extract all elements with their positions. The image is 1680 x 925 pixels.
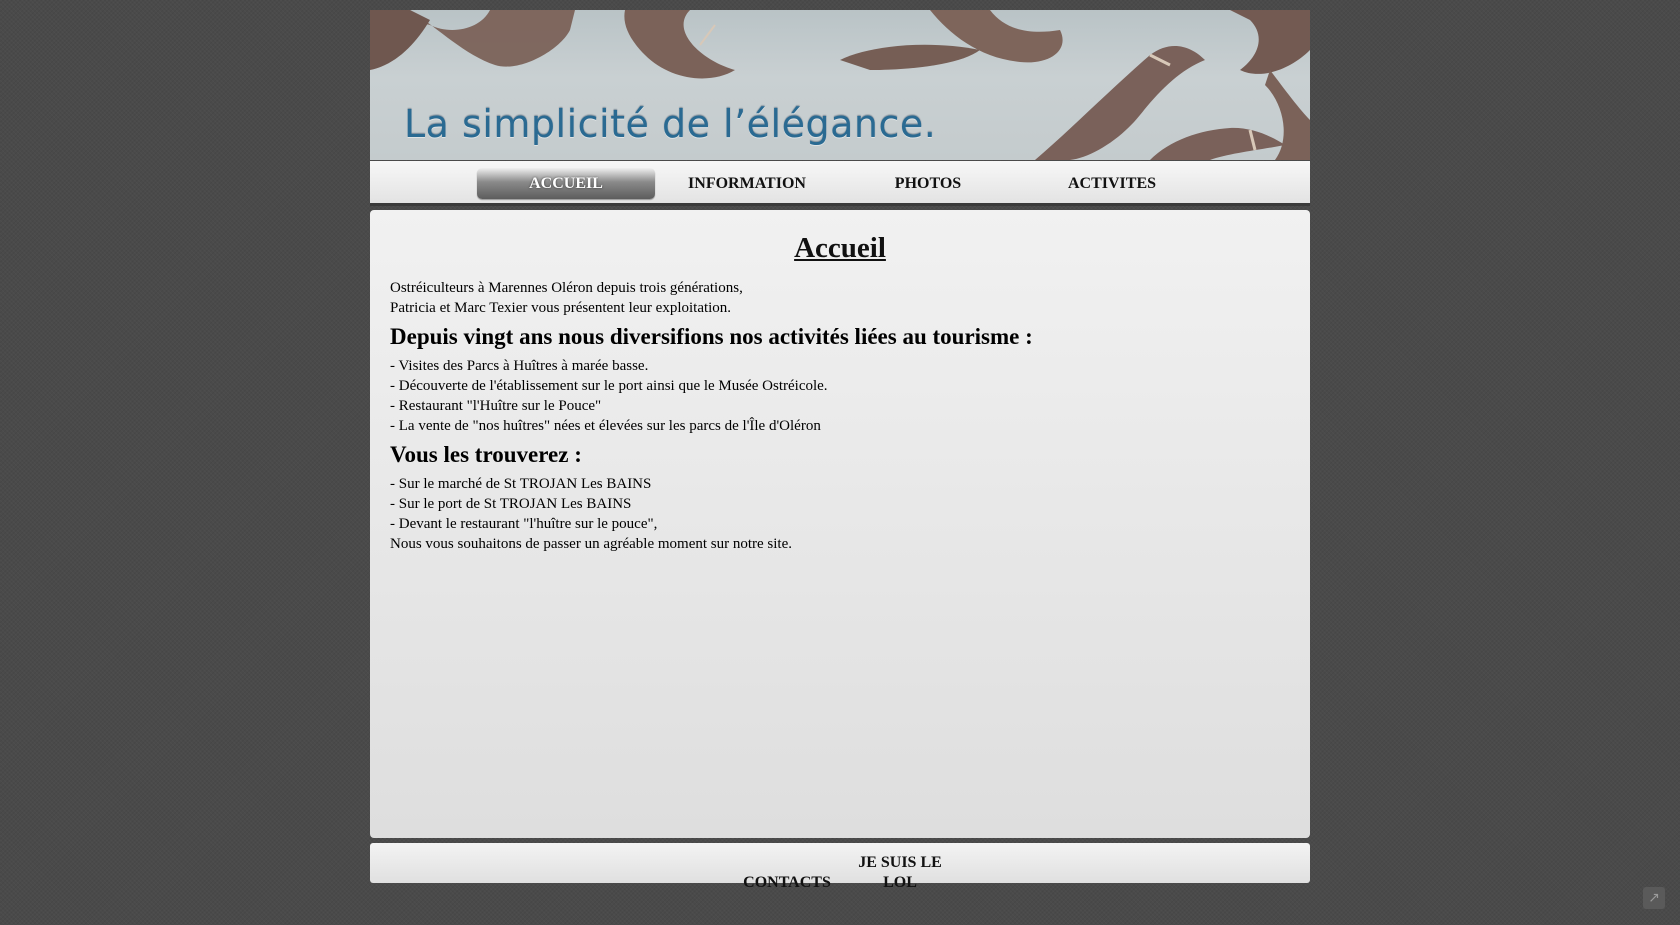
- section-heading-activities: Depuis vingt ans nous diversifions nos a…: [390, 324, 1033, 349]
- nav-item-information[interactable]: INFORMATION: [658, 168, 836, 199]
- banner-slogan: La simplicité de l’élégance.: [404, 102, 937, 146]
- intro-line: Patricia et Marc Texier vous présentent …: [390, 300, 732, 316]
- footer-link-line: JE SUIS LE: [858, 854, 942, 871]
- footer-link-je-suis-le[interactable]: JE SUIS LE LOL: [850, 853, 950, 893]
- list-item: - La vente de "nos huîtres" nées et élev…: [390, 418, 821, 434]
- main-nav: ACCUEIL INFORMATION PHOTOS ACTIVITES: [370, 161, 1310, 206]
- page-title: Accueil: [794, 232, 886, 264]
- footer: CONTACTS JE SUIS LE LOL: [370, 843, 1310, 891]
- nav-item-photos[interactable]: PHOTOS: [839, 168, 1017, 199]
- list-item: - Restaurant "l'Huître sur le Pouce": [390, 398, 602, 414]
- share-icon[interactable]: ↗: [1643, 887, 1665, 909]
- nav-item-accueil[interactable]: ACCUEIL: [477, 168, 655, 199]
- list-item: - Visites des Parcs à Huîtres à marée ba…: [390, 358, 649, 374]
- intro-line: Ostréiculteurs à Marennes Oléron depuis …: [390, 280, 743, 296]
- footer-link-contacts[interactable]: CONTACTS: [742, 873, 832, 893]
- header-banner: La simplicité de l’élégance.: [370, 10, 1310, 160]
- list-item: - Sur le marché de St TROJAN Les BAINS: [390, 476, 652, 492]
- closing-line: Nous vous souhaitons de passer un agréab…: [390, 536, 793, 552]
- footer-link-line: LOL: [883, 874, 917, 891]
- list-item: - Devant le restaurant "l'huître sur le …: [390, 516, 658, 532]
- list-item: - Sur le port de St TROJAN Les BAINS: [390, 496, 632, 512]
- main-content: Accueil Ostréiculteurs à Marennes Oléron…: [370, 210, 1310, 838]
- list-item: - Découverte de l'établissement sur le p…: [390, 378, 828, 394]
- nav-item-activites[interactable]: ACTIVITES: [1023, 168, 1201, 199]
- section-heading-locations: Vous les trouverez :: [390, 442, 582, 467]
- page-container: La simplicité de l’élégance. ACCUEIL INF…: [370, 10, 1310, 891]
